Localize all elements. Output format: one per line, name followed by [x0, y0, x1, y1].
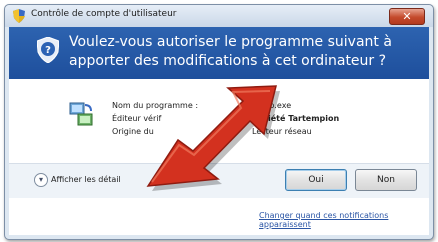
red-arrow-overlay	[146, 85, 280, 191]
